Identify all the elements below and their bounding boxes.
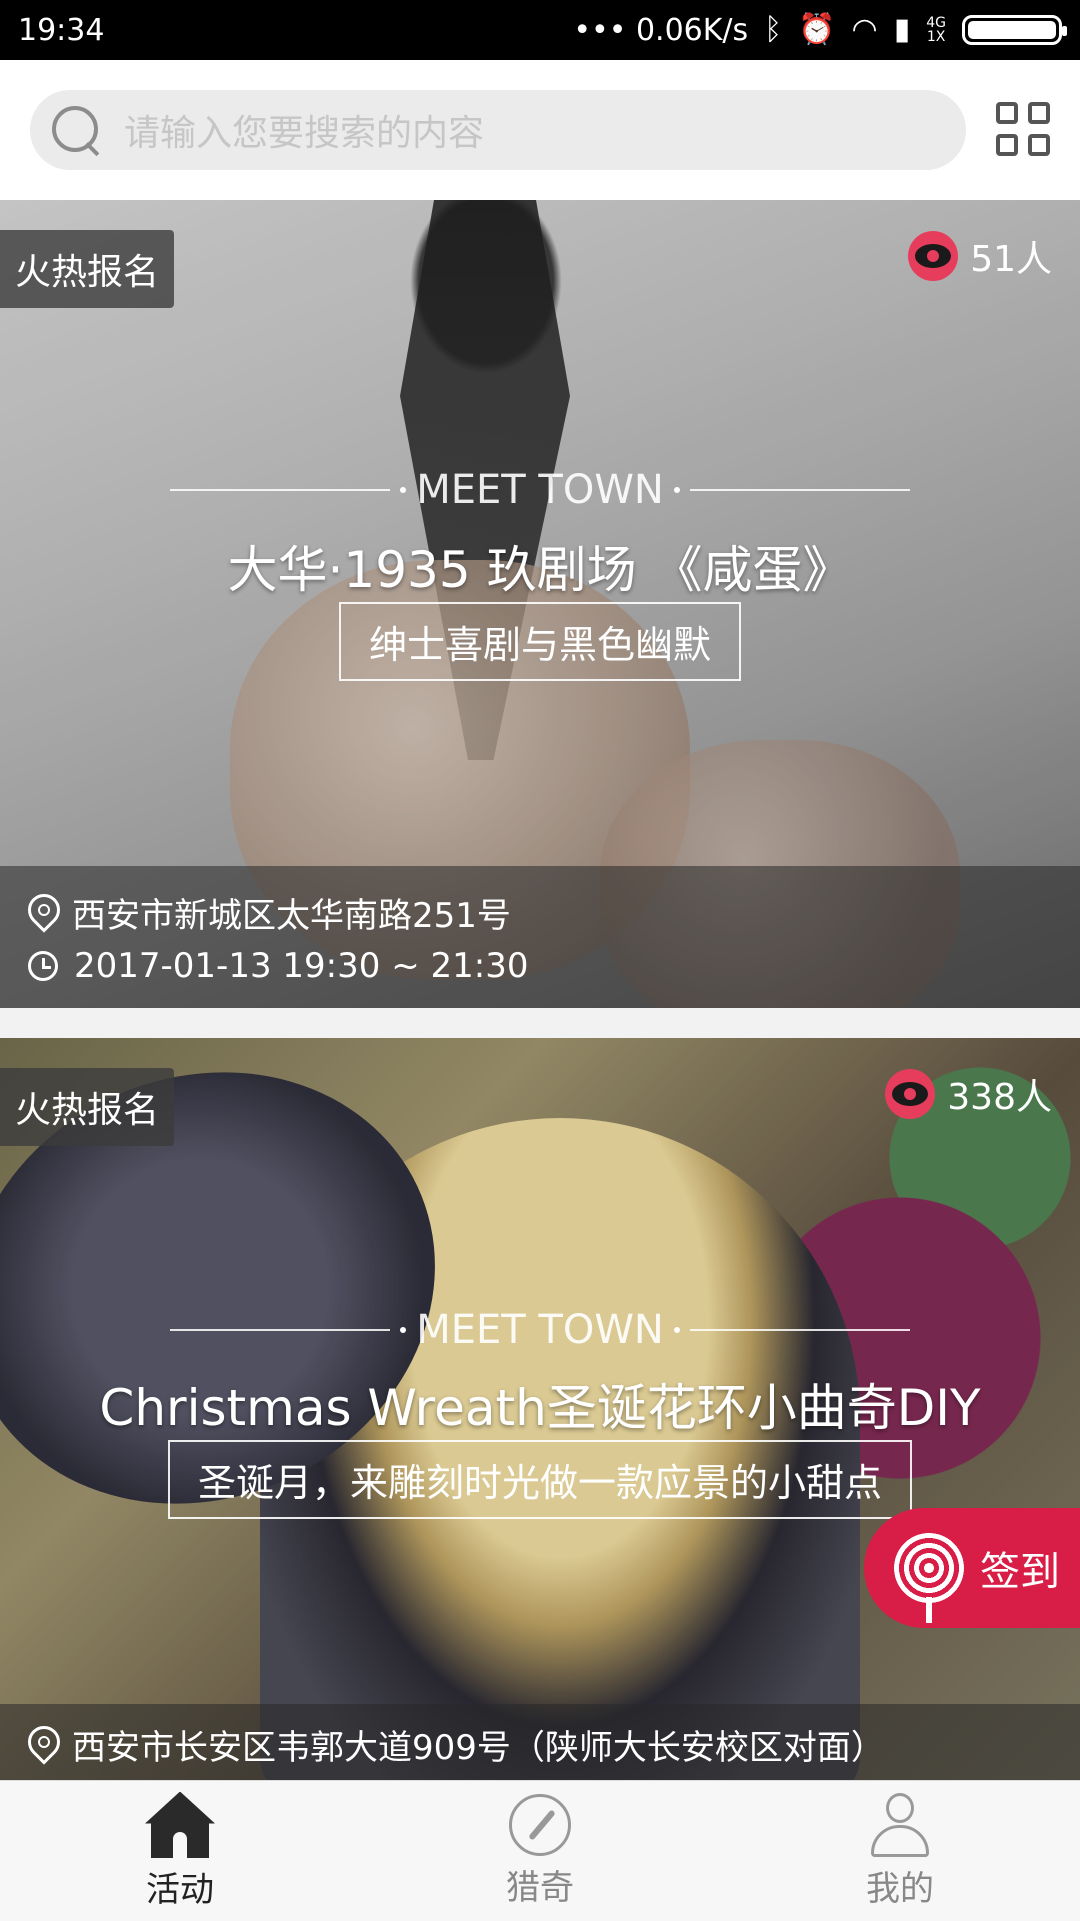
eye-icon — [908, 231, 959, 281]
checkin-button[interactable]: 签到 — [864, 1508, 1080, 1628]
event-title: 大华·1935 玖剧场 《咸蛋》 — [227, 541, 853, 599]
view-count: 338人 — [885, 1068, 1052, 1120]
brand-tag-label: MEET TOWN — [416, 1307, 664, 1353]
event-card[interactable]: 火热报名 51人 MEET TOWN 大华·1935 玖剧场 《咸蛋》 绅士喜剧… — [0, 200, 1080, 1008]
view-count: 51人 — [908, 230, 1052, 282]
event-address: 西安市长安区韦郭大道909号（陕师大长安校区对面） — [21, 1718, 885, 1769]
event-time-text: 2017-01-13 19:30 ~ 21:30 — [74, 946, 529, 986]
event-title: Christmas Wreath圣诞花环小曲奇DIY — [99, 1379, 981, 1437]
location-pin-icon — [21, 886, 67, 933]
search-input[interactable]: 请输入您要搜索的内容 — [30, 90, 966, 170]
grid-menu-icon[interactable] — [996, 102, 1050, 156]
event-subtitle: 圣诞月，来雕刻时光做一款应景的小甜点 — [167, 1440, 913, 1519]
bluetooth-icon: ᛒ — [764, 12, 783, 47]
event-address-text: 西安市新城区太华南路251号 — [72, 896, 511, 936]
brand-tag: MEET TOWN — [170, 467, 911, 513]
view-count-label: 338人 — [947, 1077, 1052, 1118]
hot-signup-badge: 火热报名 — [0, 1068, 174, 1146]
location-pin-icon — [21, 1718, 67, 1765]
alarm-icon: ⏰ — [798, 12, 836, 47]
event-address: 西安市新城区太华南路251号 — [21, 886, 511, 937]
search-icon — [50, 104, 102, 157]
event-card[interactable]: 火热报名 338人 MEET TOWN Christmas Wreath圣诞花环… — [0, 1038, 1080, 1780]
event-address-text: 西安市长安区韦郭大道909号（陕师大长安校区对面） — [72, 1728, 885, 1768]
clock-icon — [28, 951, 58, 981]
search-placeholder: 请输入您要搜索的内容 — [124, 113, 485, 154]
nav-label: 活动 — [146, 1869, 214, 1910]
lollipop-icon — [894, 1533, 964, 1623]
nav-item-activities[interactable]: 活动 — [0, 1781, 360, 1921]
bottom-nav: 活动 猎奇 我的 — [0, 1780, 1080, 1921]
nav-item-profile[interactable]: 我的 — [720, 1781, 1080, 1921]
search-header: 请输入您要搜索的内容 — [0, 60, 1080, 200]
checkin-label: 签到 — [980, 1549, 1060, 1595]
eye-icon — [885, 1069, 936, 1119]
nav-label: 猎奇 — [506, 1867, 574, 1908]
status-indicators: ••• 0.06K/s ᛒ ⏰ ◠ ▮ 4G 1X — [573, 12, 1067, 48]
home-icon — [145, 1791, 215, 1858]
compass-icon — [509, 1793, 571, 1856]
nav-label: 我的 — [866, 1868, 934, 1909]
net-speed: ••• 0.06K/s — [573, 12, 749, 48]
brand-tag: MEET TOWN — [170, 1307, 911, 1353]
status-time: 19:34 — [18, 12, 105, 48]
signal-icon: ▮ — [893, 12, 911, 47]
battery-icon — [962, 15, 1067, 45]
network-type: 4G 1X — [926, 15, 946, 45]
wifi-icon: ◠ — [851, 12, 878, 47]
event-subtitle: 绅士喜剧与黑色幽默 — [338, 602, 742, 681]
hot-signup-badge: 火热报名 — [0, 230, 174, 308]
nav-item-explore[interactable]: 猎奇 — [360, 1781, 720, 1921]
view-count-label: 51人 — [970, 239, 1052, 280]
user-icon — [869, 1792, 931, 1857]
event-time: 2017-01-13 19:30 ~ 21:30 — [28, 946, 528, 986]
status-bar: 19:34 ••• 0.06K/s ᛒ ⏰ ◠ ▮ 4G 1X — [0, 0, 1080, 60]
brand-tag-label: MEET TOWN — [416, 467, 664, 513]
